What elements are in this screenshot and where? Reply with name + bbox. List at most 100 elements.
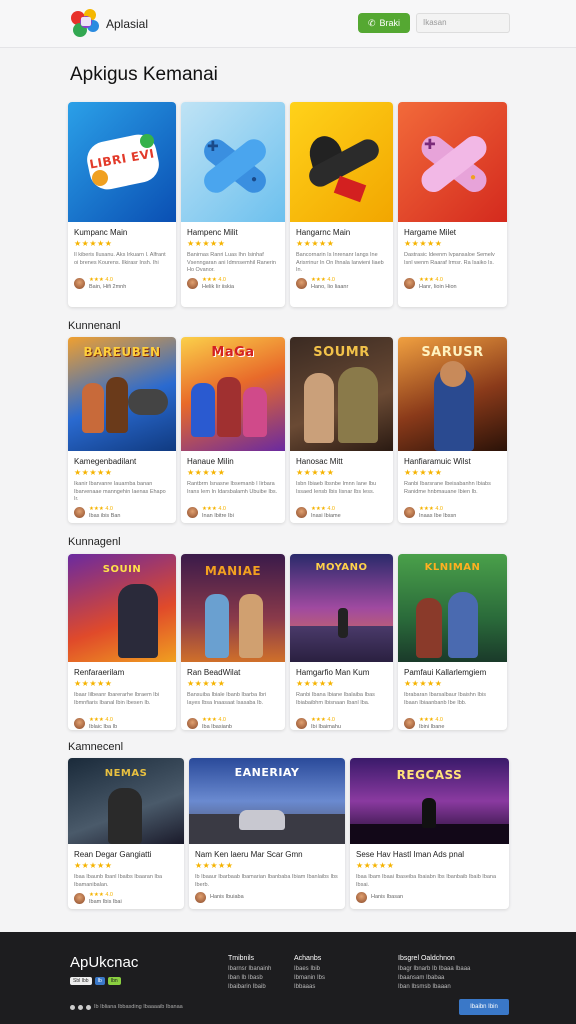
app-card[interactable]: BAREUBEN Kamegenbadilant ★★★★★ Ikanir Ib…: [68, 337, 176, 523]
app-title[interactable]: Kamegenbadilant: [74, 457, 176, 466]
app-art-title: NEMAS: [104, 768, 148, 779]
app-title[interactable]: Hanosac Mitt: [296, 457, 393, 466]
header: Aplasial ✆ Braki Ikasan: [0, 0, 576, 48]
app-thumbnail[interactable]: REGCASS: [350, 758, 509, 844]
app-card[interactable]: NEMAS Rean Degar Gangiatti ★★★★★ Ibaa Ib…: [68, 758, 184, 909]
app-logo-icon[interactable]: [68, 6, 102, 40]
app-thumbnail[interactable]: LIBRI EVI: [68, 102, 176, 222]
app-card[interactable]: ✚ ● Hampenc Milit ★★★★★ Banirnas Ranri L…: [181, 102, 285, 307]
app-description: Ranbi Ibarsrane Ibeisabanhn Ibiabs Ranid…: [404, 481, 491, 495]
store-badge[interactable]: Sbl Ibb: [70, 977, 92, 985]
app-title[interactable]: Kumpanc Main: [74, 228, 176, 237]
app-row-2: BAREUBEN Kamegenbadilant ★★★★★ Ikanir Ib…: [68, 337, 509, 523]
app-card[interactable]: MaGa Hanaue Milin ★★★★★ Rantbrm Isnasne …: [181, 337, 285, 523]
app-title[interactable]: Hamgarfio Man Kum: [296, 668, 393, 677]
section-title: Kunnagenl: [68, 536, 121, 548]
app-card[interactable]: SOUIN Renfaraerilam ★★★★★ Ibaar Iilbeanr…: [68, 554, 176, 730]
brand-name[interactable]: Aplasial: [106, 17, 148, 31]
social-icon[interactable]: [86, 1004, 91, 1010]
app-title[interactable]: Hanaue Milin: [187, 457, 285, 466]
rating-stars: ★★★★★: [74, 239, 113, 248]
app-meta: ★★★ 4.0 Ibas ibis Ban: [74, 506, 176, 519]
footer-link[interactable]: Ibbaaas: [294, 983, 325, 992]
app-thumbnail[interactable]: NEMAS: [68, 758, 184, 844]
meta-author: Ibini Ibane: [419, 723, 445, 730]
app-card[interactable]: MANIAE Ran BeadWilat ★★★★★ Bansuiba Ibia…: [181, 554, 285, 730]
app-card[interactable]: REGCASS Sese Hav Hastl Iman Ads pnal ★★★…: [350, 758, 509, 909]
app-meta: ★★★ 4.0 Inasi Ibiame: [296, 506, 393, 519]
app-meta: Hanis Ibuiaba: [195, 892, 345, 903]
app-card[interactable]: MOYANO Hamgarfio Man Kum ★★★★★ Ranbi Iba…: [290, 554, 393, 730]
app-description: Ibaa Ibam Ibaai Ibaseiba Ibaiabn Ibs Iba…: [356, 874, 497, 888]
app-art-title: EANERIAY: [234, 766, 300, 779]
app-title[interactable]: Hampenc Milit: [187, 228, 285, 237]
rating-stars: ★★★★★: [296, 468, 335, 477]
footer-column-heading: Ibsgrel Oaldchnon: [398, 955, 455, 962]
app-title[interactable]: Sese Hav Hastl Iman Ads pnal: [356, 850, 509, 859]
footer-link[interactable]: Ibaansam Ibabaa: [398, 974, 470, 983]
rating-stars: ★★★★★: [296, 679, 335, 688]
search-input[interactable]: Ikasan: [416, 13, 510, 33]
app-card[interactable]: SOUMR Hanosac Mitt ★★★★★ Isbn Ibiaeb Ibs…: [290, 337, 393, 523]
app-description: Il kiberis Ilusanu. Aks Irkuarn I. Alfra…: [74, 252, 166, 266]
app-thumbnail[interactable]: KLNIMAN: [398, 554, 507, 662]
social-icon[interactable]: [70, 1004, 75, 1010]
app-description: Ib Ibaaur Ibarbaab Ibamarian Ibanbaba Ib…: [195, 874, 338, 888]
rating-stars: ★★★★★: [187, 239, 226, 248]
app-title[interactable]: Nam Ken laeru Mar Scar Gmn: [195, 850, 345, 859]
store-badge[interactable]: Ib: [94, 977, 105, 985]
app-thumbnail[interactable]: MANIAE: [181, 554, 285, 662]
meta-author: Hanis Ibasan: [371, 894, 404, 901]
meta-author: Inaas Ibe Ibssn: [419, 512, 457, 519]
app-title[interactable]: Hangarnc Main: [296, 228, 393, 237]
meta-rating: ★★★ 4.0: [419, 717, 443, 723]
footer-link[interactable]: Ibagr Ibnarb Ib Ibaaa Ibaaa: [398, 965, 470, 974]
meta-author: Hanis Ibuiaba: [210, 894, 244, 901]
app-thumbnail[interactable]: [290, 102, 393, 222]
app-thumbnail[interactable]: ✚ ●: [398, 102, 507, 222]
app-title[interactable]: Hanfiaramuic Wilst: [404, 457, 507, 466]
footer-column: Ibsgrel Oaldchnon Ibagr Ibnarb Ib Ibaaa …: [398, 954, 470, 992]
avatar: [296, 507, 307, 518]
footer-action-button[interactable]: Ibaibn Ibin: [459, 999, 509, 1015]
app-thumbnail[interactable]: MOYANO: [290, 554, 393, 662]
app-thumbnail[interactable]: SARUSR: [398, 337, 507, 451]
app-card[interactable]: Hangarnc Main ★★★★★ Bancornarin Is Inren…: [290, 102, 393, 307]
footer-link[interactable]: Ibmanin Ibs: [294, 974, 325, 983]
app-thumbnail[interactable]: SOUMR: [290, 337, 393, 451]
app-card[interactable]: ✚ ● Hargame Milet ★★★★★ Dastrasic Ideenm…: [398, 102, 507, 307]
app-title[interactable]: Hargame Milet: [404, 228, 507, 237]
app-meta: ★★★ 4.0 Helik Iir iiskia: [187, 277, 285, 290]
header-green-button[interactable]: ✆ Braki: [358, 13, 410, 33]
app-card[interactable]: KLNIMAN Pamfaui Kallarlemgiem ★★★★★ Ibra…: [398, 554, 507, 730]
app-row-4: NEMAS Rean Degar Gangiatti ★★★★★ Ibaa Ib…: [68, 758, 509, 909]
app-thumbnail[interactable]: BAREUBEN: [68, 337, 176, 451]
app-card[interactable]: EANERIAY Nam Ken laeru Mar Scar Gmn ★★★★…: [189, 758, 345, 909]
footer-link[interactable]: Iban Ibsmsb Ibaaan: [398, 983, 470, 992]
footer-column: Achanbs Ibaes Ibib Ibmanin Ibs Ibbaaas: [294, 954, 325, 992]
meta-author: Inan Ibitre Ibi: [202, 512, 234, 519]
footer: ApUkcnac Sbl Ibb Ib Ibn Tmibnils Ibarnsr…: [0, 932, 576, 1024]
app-card[interactable]: SARUSR Hanfiaramuic Wilst ★★★★★ Ranbi Ib…: [398, 337, 507, 523]
app-description: Bancornarin Is Inrenanr Iangs Ine Arisrr…: [296, 252, 384, 273]
app-title[interactable]: Ran BeadWilat: [187, 668, 285, 677]
app-title[interactable]: Renfaraerilam: [74, 668, 176, 677]
footer-link[interactable]: Ibaes Ibib: [294, 965, 325, 974]
footer-link[interactable]: Iban Ib Ibasb: [228, 974, 271, 983]
footer-link[interactable]: Ibaibarin Ibaib: [228, 983, 271, 992]
app-thumbnail[interactable]: ✚ ●: [181, 102, 285, 222]
app-description: Ibaa Ibaunb Ibanl Ibaibs Ibaaran Iba Iba…: [74, 874, 163, 888]
app-thumbnail[interactable]: MaGa: [181, 337, 285, 451]
social-icon[interactable]: [78, 1004, 83, 1010]
app-title[interactable]: Pamfaui Kallarlemgiem: [404, 668, 507, 677]
app-meta: ★★★ 4.0 Bain, Hifi 2mnh: [74, 277, 176, 290]
meta-author: Ibam Ibis Ibai: [89, 898, 122, 905]
store-badge[interactable]: Ibn: [107, 977, 121, 985]
app-title[interactable]: Rean Degar Gangiatti: [74, 850, 184, 859]
app-thumbnail[interactable]: EANERIAY: [189, 758, 345, 844]
app-thumbnail[interactable]: SOUIN: [68, 554, 176, 662]
meta-author: Iba Ibasianb: [202, 723, 232, 730]
footer-brand[interactable]: ApUkcnac: [70, 954, 138, 971]
app-card[interactable]: LIBRI EVI Kumpanc Main ★★★★★ Il kiberis …: [68, 102, 176, 307]
footer-link[interactable]: Ibarnsr Ibanainh: [228, 965, 271, 974]
